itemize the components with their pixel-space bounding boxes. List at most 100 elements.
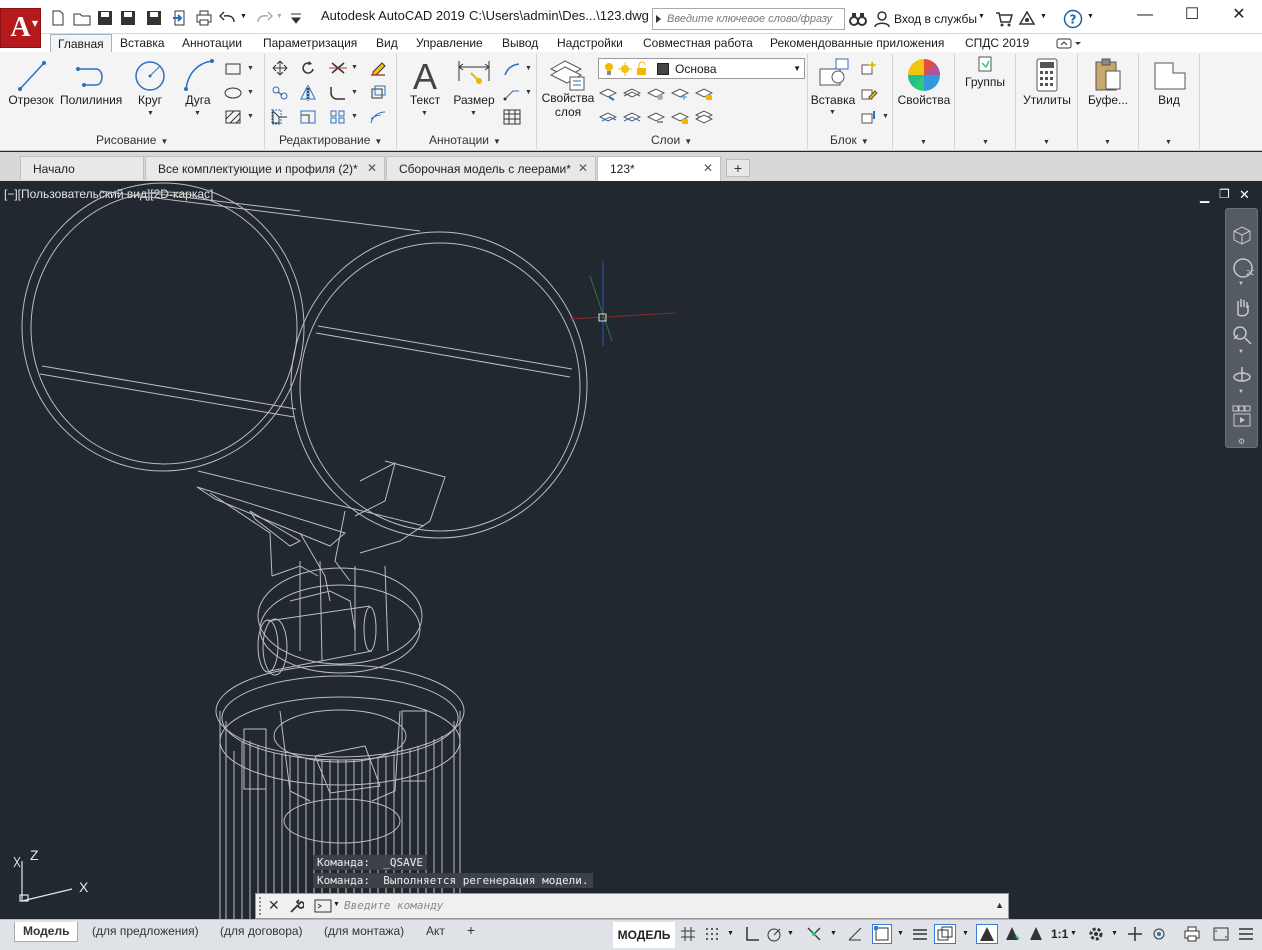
polyline-button[interactable]: Полилиния	[60, 57, 122, 107]
layer-properties-button[interactable]: Свойства слоя	[539, 57, 597, 119]
doc-tab-123[interactable]: 123* ✕	[597, 156, 721, 181]
annotation-scale-value[interactable]: 1:1	[1051, 927, 1068, 941]
customize-quick-access-icon[interactable]	[289, 10, 307, 26]
binoculars-search-icon[interactable]	[849, 11, 867, 27]
draw-panel-label[interactable]: Рисование ▼	[96, 133, 168, 147]
viewcube-icon[interactable]	[1232, 225, 1252, 245]
signin-button[interactable]: Вход в службы	[894, 12, 977, 26]
clipboard-button[interactable]: Буфе...	[1080, 57, 1136, 107]
rotate-icon[interactable]	[299, 60, 317, 76]
layout-tab-contract[interactable]: (для договора)	[212, 922, 311, 942]
tab-collaborate[interactable]: Совместная работа	[643, 36, 753, 50]
trim-dropdown-icon[interactable]: ▼	[351, 64, 358, 71]
search-input[interactable]: Введите ключевое слово/фразу	[652, 8, 845, 30]
tab-spds[interactable]: СПДС 2019	[965, 36, 1029, 50]
ellipse-icon[interactable]	[224, 85, 242, 101]
leader-icon[interactable]	[503, 61, 521, 77]
hardware-acceleration-icon[interactable]	[1183, 926, 1200, 942]
tab-addins[interactable]: Надстройки	[557, 36, 623, 50]
circle-dropdown-icon[interactable]: ▼	[147, 110, 154, 117]
recent-commands-dropdown-icon[interactable]: ▼	[333, 901, 340, 908]
annotation-scale-icon[interactable]	[1028, 926, 1044, 942]
rectangle-icon[interactable]	[224, 61, 242, 77]
command-line[interactable]: ✕ ▼ Введите команду ▲	[255, 893, 1009, 919]
layout-tab-installation[interactable]: (для монтажа)	[316, 922, 412, 942]
workspace-gear-icon[interactable]	[1088, 926, 1104, 942]
layer-off-icon[interactable]	[647, 85, 665, 101]
steering-wheel-icon[interactable]: 2D	[1232, 257, 1254, 279]
customize-wrench-icon[interactable]	[288, 898, 304, 914]
ortho-icon[interactable]	[744, 926, 760, 942]
groups-dropdown-icon[interactable]: ▼	[982, 139, 989, 146]
layer-match-icon[interactable]	[623, 109, 641, 125]
layers-panel-label[interactable]: Слои ▼	[651, 133, 692, 147]
workspace-dropdown-icon[interactable]: ▼	[1111, 930, 1118, 937]
explode-icon[interactable]	[369, 85, 387, 101]
import-icon[interactable]	[172, 10, 190, 26]
showmotion-icon[interactable]	[1232, 405, 1252, 429]
tab-output[interactable]: Вывод	[502, 36, 538, 50]
properties-button[interactable]: Свойства	[895, 57, 953, 107]
maximize-button[interactable]: ☐	[1181, 6, 1203, 24]
help-icon[interactable]: ?	[1063, 9, 1083, 29]
arc-dropdown-icon[interactable]: ▼	[194, 110, 201, 117]
tab-featured-apps[interactable]: Рекомендованные приложения	[770, 36, 944, 50]
edit-attributes-icon[interactable]	[860, 109, 878, 125]
properties-dropdown-icon[interactable]: ▼	[920, 139, 927, 146]
close-tab-icon[interactable]: ✕	[703, 161, 713, 175]
polar-dropdown-icon[interactable]: ▼	[787, 930, 794, 937]
layer-freeze-icon[interactable]	[671, 85, 689, 101]
redo-dropdown-icon[interactable]: ▼	[276, 13, 283, 20]
insert-dropdown-icon[interactable]: ▼	[829, 109, 836, 116]
circle-button[interactable]: Круг	[130, 57, 170, 107]
grid-icon[interactable]	[680, 926, 696, 942]
orbit-icon[interactable]	[1232, 365, 1252, 385]
insert-block-button[interactable]: Вставка	[810, 57, 856, 107]
tab-insert[interactable]: Вставка	[120, 36, 165, 50]
move-icon[interactable]	[271, 60, 289, 76]
dimension-dropdown-icon[interactable]: ▼	[470, 110, 477, 117]
layer-isolate-icon[interactable]	[599, 85, 617, 101]
annotation-visibility-icon[interactable]	[976, 924, 998, 944]
minimize-button[interactable]: —	[1134, 6, 1156, 24]
ribbon-minimize-icon[interactable]	[1056, 38, 1084, 50]
tab-home[interactable]: Главная	[50, 34, 112, 54]
tab-annotate[interactable]: Аннотации	[182, 36, 242, 50]
layer-lock-icon[interactable]	[695, 85, 713, 101]
model-space-button[interactable]: МОДЕЛЬ	[613, 922, 675, 948]
signin-dropdown-icon[interactable]: ▼	[978, 13, 985, 20]
ellipse-dropdown-icon[interactable]: ▼	[247, 89, 254, 96]
layout-tab-model[interactable]: Модель	[14, 922, 79, 942]
layer-walk-icon[interactable]	[671, 109, 689, 125]
command-history-toggle-icon[interactable]: ▲	[995, 900, 1004, 910]
zoom-dropdown-icon[interactable]: ▼	[1238, 349, 1244, 355]
command-prompt-icon[interactable]	[314, 898, 332, 914]
layer-previous-icon[interactable]	[647, 109, 665, 125]
snap-dropdown-icon[interactable]: ▼	[727, 930, 734, 937]
rectangle-dropdown-icon[interactable]: ▼	[247, 65, 254, 72]
open-folder-icon[interactable]	[73, 10, 91, 26]
save-multiple-icon[interactable]	[146, 10, 164, 26]
annotation-panel-label[interactable]: Аннотации ▼	[429, 133, 501, 147]
dimension-button[interactable]: Размер	[451, 57, 497, 107]
undo-icon[interactable]	[219, 10, 237, 26]
cart-icon[interactable]	[995, 11, 1013, 27]
lineweight-icon[interactable]	[912, 926, 928, 942]
connect-icon[interactable]	[1018, 11, 1036, 27]
multileader-dropdown-icon[interactable]: ▼	[525, 89, 532, 96]
fillet-dropdown-icon[interactable]: ▼	[351, 89, 358, 96]
customization-menu-icon[interactable]	[1238, 926, 1254, 942]
layer-unisolate-icon[interactable]	[623, 85, 641, 101]
view-dropdown-icon[interactable]: ▼	[1165, 139, 1172, 146]
isodraft-icon[interactable]	[806, 926, 822, 942]
drawing-viewport[interactable]: [−][Пользовательский вид][2D-каркас] ▁ ❐…	[0, 181, 1262, 920]
mirror-icon[interactable]	[299, 85, 317, 101]
trim-icon[interactable]	[329, 60, 347, 76]
selection-cycling-icon[interactable]	[934, 924, 956, 944]
selection-dropdown-icon[interactable]: ▼	[962, 930, 969, 937]
layout-tab-proposal[interactable]: (для предложения)	[84, 922, 207, 942]
close-window-button[interactable]: ✕	[1228, 6, 1250, 24]
object-snap-tracking-icon[interactable]	[847, 926, 863, 942]
text-dropdown-icon[interactable]: ▼	[421, 110, 428, 117]
array-dropdown-icon[interactable]: ▼	[351, 113, 358, 120]
